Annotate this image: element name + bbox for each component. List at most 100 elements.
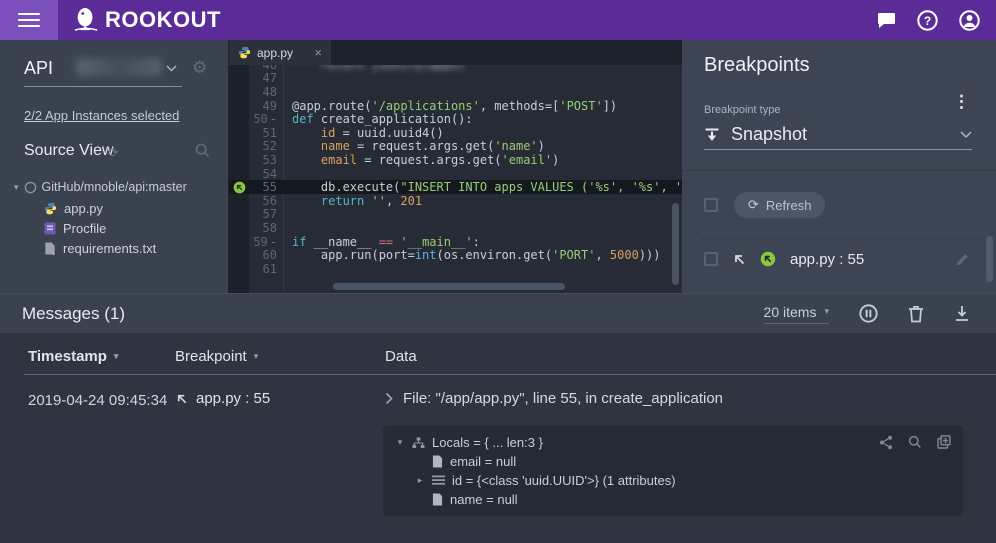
code-text: @app.route('/applications', methods=['PO… (284, 99, 617, 113)
caret-down-icon[interactable]: ▾ (14, 182, 19, 193)
code-line-53[interactable]: 53 email = request.args.get('email') (229, 153, 682, 167)
code-line-52[interactable]: 52 name = request.args.get('name') (229, 140, 682, 154)
code-line-60[interactable]: 60 app.run(port=int(os.environ.get('PORT… (229, 248, 682, 262)
sidebar: API ⚙ 2/2 App Instances selected Source … (0, 40, 228, 293)
column-timestamp[interactable]: Timestamp ▾ (28, 348, 118, 365)
column-breakpoint-label: Breakpoint (175, 348, 247, 365)
procfile-icon (44, 222, 56, 235)
code-line-50[interactable]: 50-def create_application(): (229, 112, 682, 126)
code-line-59[interactable]: 59-if __name__ == '__main__': (229, 235, 682, 249)
repo-tree-root[interactable]: ▾ GitHub/mnoble/api:master (14, 180, 187, 194)
code-line-51[interactable]: 51 id = uuid.uuid4() (229, 126, 682, 140)
goto-source-arrow-icon (175, 392, 188, 405)
breakpoint-location: app.py : 55 (790, 251, 864, 268)
line-number: 58 (249, 221, 284, 235)
message-timestamp: 2019-04-24 09:45:34 (28, 392, 167, 409)
message-data-cell[interactable]: File: "/app/app.py", line 55, in create_… (385, 390, 723, 407)
code-line-46[interactable]: 46 return jsonify(apps) (229, 65, 682, 72)
code-line-48[interactable]: 48 (229, 85, 682, 99)
expand-caret-icon[interactable]: ▸ (415, 475, 425, 486)
edit-pencil-icon[interactable] (955, 252, 970, 267)
share-icon[interactable] (879, 435, 893, 450)
fold-marker[interactable]: - (270, 112, 277, 126)
code-line-47[interactable]: 47 (229, 72, 682, 86)
tree-file-Procfile[interactable]: Procfile (44, 218, 156, 238)
line-number: 56 (249, 194, 284, 208)
panel-scrollbar[interactable] (986, 236, 993, 282)
breakpoint-list-item[interactable]: app.py : 55 (704, 244, 970, 274)
select-all-checkbox[interactable] (704, 198, 718, 212)
column-timestamp-label: Timestamp (28, 348, 107, 365)
copy-add-icon[interactable] (937, 435, 951, 450)
locals-row[interactable]: ▾ Locals = { ... len:3 } (395, 433, 951, 452)
chevron-right-icon[interactable] (385, 392, 394, 405)
horizontal-scrollbar[interactable] (333, 283, 565, 290)
account-icon[interactable] (959, 10, 980, 31)
pause-icon[interactable] (859, 304, 878, 323)
column-breakpoint[interactable]: Breakpoint ▾ (175, 348, 258, 365)
items-count-select[interactable]: 20 items ▾ (764, 304, 829, 324)
breakpoint-marker-icon[interactable] (229, 181, 249, 194)
rookout-logo: ROOKOUT (74, 6, 221, 34)
code-line-55[interactable]: 55 db.execute("INSERT INTO apps VALUES (… (229, 180, 682, 194)
code-line-56[interactable]: 56 return '', 201 (229, 194, 682, 208)
vertical-scrollbar[interactable] (672, 203, 679, 285)
line-number: 49 (249, 99, 284, 113)
message-breakpoint-cell[interactable]: app.py : 55 (175, 390, 270, 407)
search-icon[interactable] (195, 143, 210, 158)
logo-text: ROOKOUT (105, 7, 221, 33)
sync-icon[interactable]: ⟳ (108, 145, 119, 161)
messages-table-header: Timestamp ▾ Breakpoint ▾ Data (0, 344, 996, 374)
fold-marker[interactable]: - (270, 235, 277, 249)
tree-file-requirements-txt[interactable]: requirements.txt (44, 238, 156, 258)
tree-file-app-py[interactable]: app.py (44, 198, 156, 218)
locals-row[interactable]: email = null (395, 452, 951, 471)
line-number: 54 (249, 167, 284, 181)
code-area[interactable]: 46 return jsonify(apps)474849@app.route(… (229, 65, 682, 293)
locals-row[interactable]: name = null (395, 490, 951, 509)
code-text: app.run(port=int(os.environ.get('PORT', … (284, 248, 661, 262)
code-line-54[interactable]: 54 (229, 167, 682, 181)
project-select[interactable]: API (24, 58, 53, 79)
items-count-value: 20 items (764, 304, 817, 320)
code-line-49[interactable]: 49@app.route('/applications', methods=['… (229, 99, 682, 113)
locals-entry-text: name = null (450, 492, 518, 507)
source-view-label: Source View (24, 142, 114, 160)
trash-icon[interactable] (908, 305, 924, 323)
code-line-57[interactable]: 57 (229, 208, 682, 222)
chevron-down-icon[interactable] (166, 65, 177, 72)
message-breakpoint-label: app.py : 55 (196, 390, 270, 407)
python-icon (44, 202, 57, 215)
kebab-menu-icon[interactable]: ⋮ (953, 92, 970, 112)
gear-icon[interactable]: ⚙ (192, 58, 207, 78)
breakpoint-type-select[interactable]: Snapshot (704, 120, 972, 150)
locals-entry-text: Locals = { ... len:3 } (432, 435, 543, 450)
line-number: 61 (249, 262, 284, 276)
redacted-project-name (76, 58, 162, 76)
app-instances-link[interactable]: 2/2 App Instances selected (24, 108, 179, 123)
sort-caret-icon: ▾ (254, 351, 259, 362)
goto-source-arrow-icon[interactable] (732, 252, 746, 266)
code-editor: app.py × 46 return jsonify(apps)474849@a… (228, 40, 682, 293)
refresh-icon: ⟳ (748, 197, 759, 213)
line-number: 57 (249, 207, 284, 221)
tab-app-py[interactable]: app.py × (229, 40, 331, 65)
expand-caret-icon[interactable]: ▾ (395, 437, 405, 448)
code-line-58[interactable]: 58 (229, 221, 682, 235)
breakpoint-checkbox[interactable] (704, 252, 718, 266)
locals-row[interactable]: ▸id = {<class 'uuid.UUID'>} (1 attribute… (395, 471, 951, 490)
refresh-button[interactable]: ⟳ Refresh (734, 192, 825, 218)
code-line-61[interactable]: 61 (229, 262, 682, 276)
line-number: 55 (249, 180, 284, 194)
close-icon[interactable]: × (314, 45, 322, 60)
code-text: if __name__ == '__main__': (284, 235, 480, 249)
locals-entry-text: email = null (450, 454, 516, 469)
hamburger-menu-button[interactable] (0, 0, 58, 40)
download-icon[interactable] (954, 305, 970, 322)
search-icon[interactable] (908, 435, 922, 450)
sort-caret-icon: ▾ (114, 351, 119, 362)
chat-icon[interactable] (877, 12, 896, 29)
breakpoint-type-value: Snapshot (731, 124, 807, 145)
doc-icon (432, 455, 443, 468)
help-icon[interactable]: ? (917, 10, 938, 31)
